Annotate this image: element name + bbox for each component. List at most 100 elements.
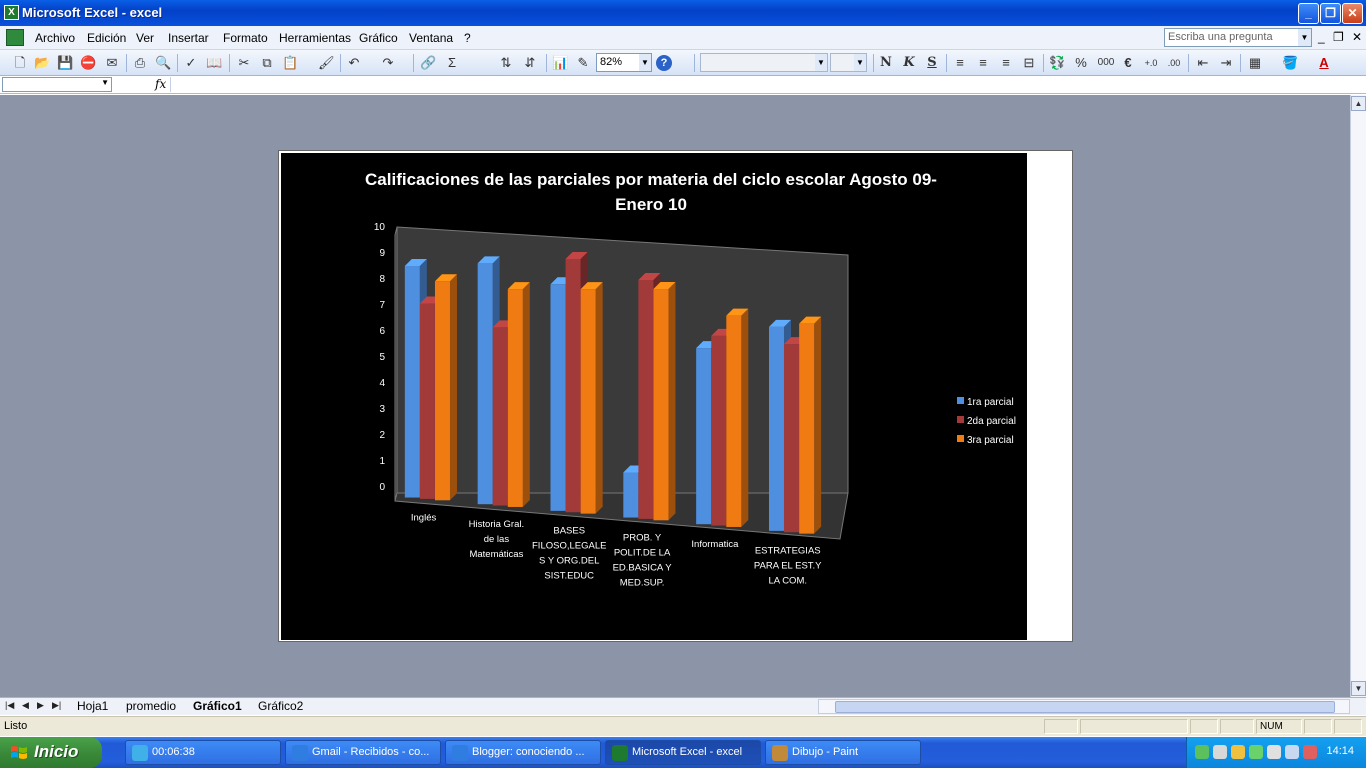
format-painter-icon[interactable]: 🖌 (318, 55, 335, 71)
chevron-down-icon[interactable]: ▼ (815, 54, 827, 71)
increase-decimal-icon[interactable]: +.0 (1143, 55, 1159, 71)
status-cell (1190, 719, 1218, 734)
taskbar-item-paint[interactable]: Dibujo - Paint (765, 740, 921, 765)
font-size-select[interactable]: ▼ (830, 53, 867, 72)
ask-question-input[interactable]: Escriba una pregunta ▼ (1164, 28, 1312, 47)
chevron-down-icon[interactable]: ▼ (1298, 29, 1311, 46)
menu-grafico[interactable]: Gráfico (359, 31, 398, 45)
scroll-up-icon[interactable]: ▲ (1351, 96, 1366, 111)
update-icon[interactable] (1249, 745, 1263, 759)
borders-icon[interactable]: ▦ (1247, 55, 1263, 71)
percent-button[interactable]: % (1073, 55, 1089, 71)
taskbar: Inicio 00:06:38 Gmail - Recibidos - co..… (0, 737, 1366, 768)
permission-icon[interactable]: ⛔ (80, 55, 96, 71)
print-icon[interactable]: ⎙ (132, 55, 148, 71)
document-icon[interactable] (6, 29, 24, 46)
insert-function-icon[interactable]: fx (155, 77, 166, 91)
paste-icon[interactable]: 📋 (282, 55, 298, 71)
print-preview-icon[interactable]: 🔍 (155, 55, 171, 71)
align-left-icon[interactable]: ≡ (952, 55, 968, 71)
email-icon[interactable]: ✉ (104, 55, 120, 71)
new-file-icon[interactable]: 🗋 (12, 55, 28, 71)
fill-color-icon[interactable]: 🪣 (1282, 55, 1298, 71)
first-sheet-icon[interactable]: |◀ (5, 700, 14, 711)
sheet-tab-grafico1[interactable]: Gráfico1 (193, 699, 242, 713)
minimize-button[interactable]: _ (1298, 3, 1319, 24)
chevron-down-icon[interactable]: ▼ (854, 54, 866, 71)
sort-ascending-icon[interactable]: ⇅ (498, 55, 514, 71)
underline-button[interactable]: S (924, 55, 940, 71)
decrease-indent-icon[interactable]: ⇤ (1195, 55, 1211, 71)
messenger-icon[interactable] (1231, 745, 1245, 759)
formula-input[interactable] (170, 77, 1366, 92)
chevron-down-icon[interactable]: ▼ (101, 78, 109, 87)
start-button[interactable]: Inicio (0, 737, 102, 768)
chart-wizard-icon[interactable]: 📊 (552, 55, 568, 71)
zoom-select[interactable]: 82% ▼ (596, 53, 652, 72)
doc-restore-button[interactable]: ❐ (1333, 30, 1344, 44)
taskbar-item-blogger[interactable]: Blogger: conociendo ... (445, 740, 601, 765)
chart-area[interactable]: Calificaciones de las parciales por mate… (281, 153, 1027, 640)
next-sheet-icon[interactable]: ▶ (37, 700, 44, 711)
prev-sheet-icon[interactable]: ◀ (22, 700, 29, 711)
bar (696, 348, 712, 525)
italic-button[interactable]: K (901, 55, 917, 71)
cut-icon[interactable]: ✂ (236, 55, 252, 71)
vertical-scrollbar[interactable]: ▲ ▼ (1350, 95, 1366, 697)
restore-button[interactable]: ❐ (1320, 3, 1341, 24)
power-icon[interactable] (1303, 745, 1317, 759)
chevron-down-icon[interactable]: ▼ (639, 54, 651, 71)
sheet-tab-grafico2[interactable]: Gráfico2 (258, 699, 303, 713)
menu-archivo[interactable]: Archivo (35, 31, 75, 45)
taskbar-item-timer[interactable]: 00:06:38 (125, 740, 281, 765)
menu-herramientas[interactable]: Herramientas (279, 31, 351, 45)
align-right-icon[interactable]: ≡ (998, 55, 1014, 71)
doc-close-button[interactable]: ✕ (1352, 30, 1362, 44)
thousands-button[interactable]: 000 (1096, 55, 1116, 71)
scroll-down-icon[interactable]: ▼ (1351, 681, 1366, 696)
menu-insertar[interactable]: Insertar (168, 31, 209, 45)
euro-button[interactable]: € (1120, 55, 1136, 71)
help-icon[interactable]: ? (656, 55, 672, 71)
sort-descending-icon[interactable]: ⇵ (522, 55, 538, 71)
taskbar-item-gmail[interactable]: Gmail - Recibidos - co... (285, 740, 441, 765)
font-color-icon[interactable]: A (1316, 55, 1332, 71)
redo-icon[interactable]: ↷ (380, 55, 396, 71)
font-name-select[interactable]: ▼ (700, 53, 828, 72)
taskbar-item-excel[interactable]: Microsoft Excel - excel (605, 740, 761, 765)
network-icon[interactable] (1195, 745, 1209, 759)
paint-icon (772, 745, 788, 761)
increase-indent-icon[interactable]: ⇥ (1218, 55, 1234, 71)
research-icon[interactable]: 📖 (206, 55, 222, 71)
close-button[interactable]: ✕ (1342, 3, 1363, 24)
align-center-icon[interactable]: ≡ (975, 55, 991, 71)
hyperlink-icon[interactable]: 🔗 (420, 55, 436, 71)
sheet-tab-promedio[interactable]: promedio (126, 699, 176, 713)
doc-minimize-button[interactable]: _ (1318, 30, 1325, 44)
menu-help[interactable]: ? (464, 31, 471, 45)
autosum-icon[interactable]: Σ (444, 55, 460, 71)
menu-ventana[interactable]: Ventana (409, 31, 453, 45)
decrease-decimal-icon[interactable]: .00 (1166, 55, 1182, 71)
drawing-icon[interactable]: ✎ (575, 55, 591, 71)
name-box[interactable]: ▼ (2, 77, 112, 92)
volume-icon[interactable] (1285, 745, 1299, 759)
open-folder-icon[interactable]: 📂 (34, 55, 50, 71)
bold-button[interactable]: N (878, 55, 894, 71)
save-icon[interactable]: 💾 (57, 55, 73, 71)
menu-ver[interactable]: Ver (136, 31, 154, 45)
undo-icon[interactable]: ↶ (346, 55, 362, 71)
spelling-icon[interactable]: ✓ (183, 55, 199, 71)
antivirus-icon[interactable] (1267, 745, 1281, 759)
currency-icon[interactable]: 💱 (1049, 55, 1065, 71)
last-sheet-icon[interactable]: ▶| (52, 700, 61, 711)
horizontal-scrollbar[interactable] (818, 699, 1350, 714)
security-icon[interactable] (1213, 745, 1227, 759)
scroll-thumb[interactable] (835, 701, 1335, 713)
copy-icon[interactable]: ⧉ (259, 55, 275, 71)
excel-app-icon[interactable]: X (4, 5, 19, 20)
menu-edicion[interactable]: Edición (87, 31, 126, 45)
merge-center-icon[interactable]: ⊟ (1021, 55, 1037, 71)
menu-formato[interactable]: Formato (223, 31, 268, 45)
sheet-tab-hoja1[interactable]: Hoja1 (77, 699, 108, 713)
